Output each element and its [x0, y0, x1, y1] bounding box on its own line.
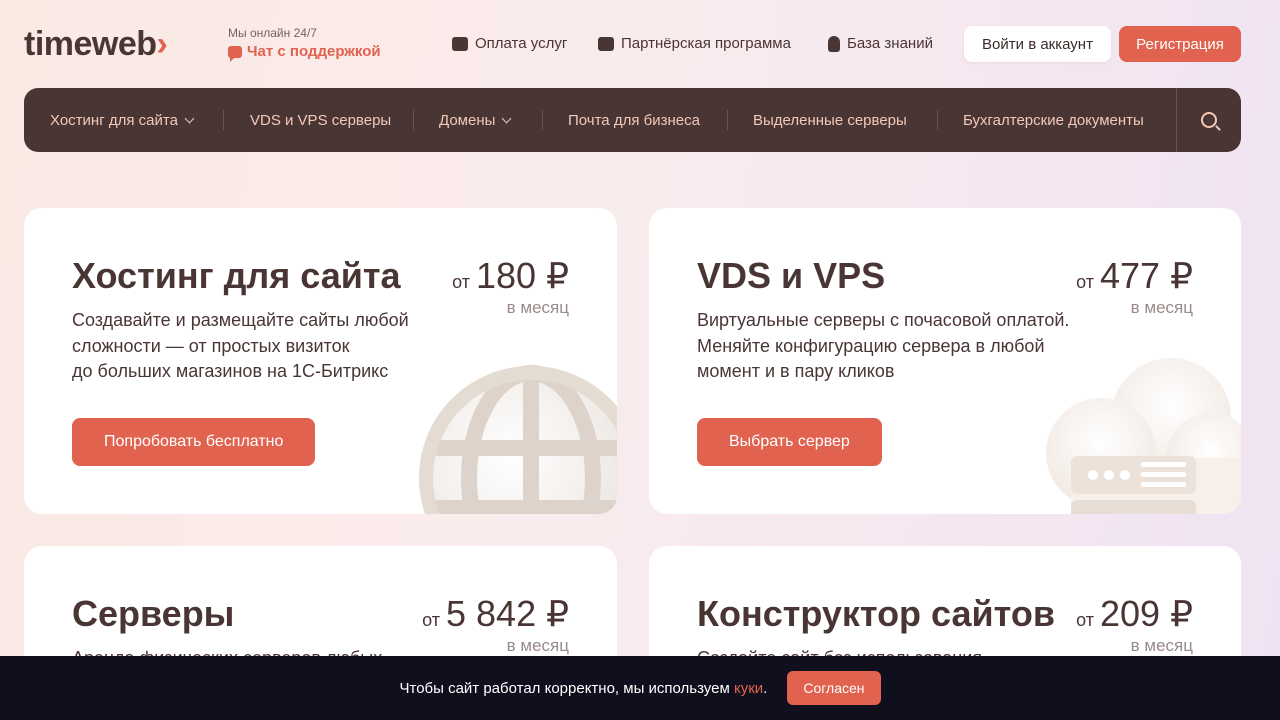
product-card-vds-vps: VDS и VPS от 477 ₽ в месяц Виртуальные с…	[649, 208, 1241, 514]
nav-divider	[727, 110, 728, 130]
chat-bubble-icon	[228, 45, 242, 62]
nav-divider	[413, 110, 414, 130]
card-title: VDS и VPS	[697, 255, 886, 296]
partner-program-link[interactable]: Партнёрская программа	[598, 35, 791, 52]
price-period: в месяц	[1130, 298, 1193, 317]
desc-line: момент и в пару кликов	[697, 361, 895, 381]
try-free-button[interactable]: Попробовать бесплатно	[72, 418, 316, 466]
choose-server-button[interactable]: Выбрать сервер	[697, 418, 882, 466]
card-price: от 477 ₽ в месяц	[1076, 256, 1193, 318]
price-amount: 180 ₽	[476, 255, 569, 296]
top-bar: timeweb› Мы онлайн 24/7 Чат с поддержкой…	[0, 0, 1280, 88]
price-prefix: от	[1076, 272, 1095, 292]
cookie-link[interactable]: куки	[734, 680, 763, 697]
nav-item-mail[interactable]: Почта для бизнеса	[568, 88, 700, 152]
card-description: Создавайте и размещайте сайты любой слож…	[72, 308, 409, 385]
cookie-text: Чтобы сайт работал корректно, мы использ…	[399, 679, 768, 697]
register-button[interactable]: Регистрация	[1119, 26, 1241, 62]
card-description: Виртуальные серверы с почасовой оплатой.…	[697, 308, 1069, 385]
payment-link[interactable]: Оплата услуг	[452, 35, 567, 52]
nav-divider	[937, 110, 938, 130]
nav-item-label: Бухгалтерские документы	[963, 111, 1144, 129]
cookie-banner: Чтобы сайт работал корректно, мы использ…	[0, 656, 1280, 720]
support-chat-label: Чат с поддержкой	[247, 43, 381, 60]
timeweb-logo[interactable]: timeweb›	[24, 25, 168, 63]
price-period: в месяц	[506, 298, 569, 317]
desc-line: сложности — от простых визиток	[72, 335, 350, 356]
card-title: Серверы	[72, 593, 235, 634]
support-chat-link[interactable]: Чат с поддержкой	[228, 43, 381, 62]
cookie-accept-button[interactable]: Согласен	[787, 671, 881, 705]
price-amount: 5 842 ₽	[446, 593, 569, 634]
nav-divider	[542, 110, 543, 130]
partner-program-label: Партнёрская программа	[621, 35, 791, 52]
desc-line: Меняйте конфигурацию сервера в любой	[697, 335, 1045, 356]
nav-item-vds-vps[interactable]: VDS и VPS серверы	[250, 88, 391, 152]
nav-item-dedicated[interactable]: Выделенные серверы	[753, 88, 907, 152]
nav-divider	[223, 110, 224, 130]
card-title: Хостинг для сайта	[72, 255, 401, 296]
card-price: от 209 ₽ в месяц	[1076, 594, 1193, 656]
desc-line: Виртуальные серверы с почасовой оплатой.	[697, 310, 1070, 330]
search-icon	[1201, 112, 1217, 128]
price-amount: 209 ₽	[1100, 593, 1193, 634]
nav-search-button[interactable]	[1176, 88, 1241, 152]
knowledge-base-link[interactable]: База знаний	[828, 35, 933, 52]
price-period: в месяц	[506, 636, 569, 655]
card-price: от 5 842 ₽ в месяц	[422, 594, 569, 656]
bulb-icon	[828, 35, 840, 52]
nav-item-hosting[interactable]: Хостинг для сайта	[50, 88, 195, 152]
desc-line: Создавайте и размещайте сайты любой	[72, 310, 409, 330]
globe-icon	[419, 365, 617, 514]
price-amount: 477 ₽	[1100, 255, 1193, 296]
ticket-icon	[598, 36, 614, 51]
card-title: Конструктор сайтов	[697, 593, 1055, 634]
wallet-icon	[452, 36, 468, 51]
chevron-down-icon	[501, 113, 512, 123]
nav-item-label: Домены	[439, 111, 496, 129]
login-button[interactable]: Войти в аккаунт	[964, 26, 1111, 62]
nav-item-label: Выделенные серверы	[753, 111, 907, 129]
price-prefix: от	[452, 272, 471, 292]
logo-arrow-icon: ›	[156, 25, 168, 63]
main-nav: Хостинг для сайта VDS и VPS серверы Доме…	[24, 88, 1241, 152]
chevron-down-icon	[184, 113, 195, 123]
price-prefix: от	[1076, 610, 1095, 630]
nav-item-domains[interactable]: Домены	[439, 88, 512, 152]
card-price: от 180 ₽ в месяц	[452, 256, 569, 318]
knowledge-base-label: База знаний	[847, 35, 933, 52]
nav-item-label: Хостинг для сайта	[50, 111, 178, 129]
online-status: Мы онлайн 24/7	[228, 26, 317, 40]
payment-link-label: Оплата услуг	[475, 35, 568, 52]
price-prefix: от	[422, 610, 440, 630]
product-card-hosting: Хостинг для сайта от 180 ₽ в месяц Созда…	[24, 208, 617, 514]
desc-line: до больших магазинов на 1С-Битрикс	[72, 361, 389, 381]
nav-item-accounting[interactable]: Бухгалтерские документы	[963, 88, 1144, 152]
nav-item-label: VDS и VPS серверы	[250, 111, 392, 129]
price-period: в месяц	[1130, 636, 1193, 655]
nav-item-label: Почта для бизнеса	[568, 111, 700, 129]
